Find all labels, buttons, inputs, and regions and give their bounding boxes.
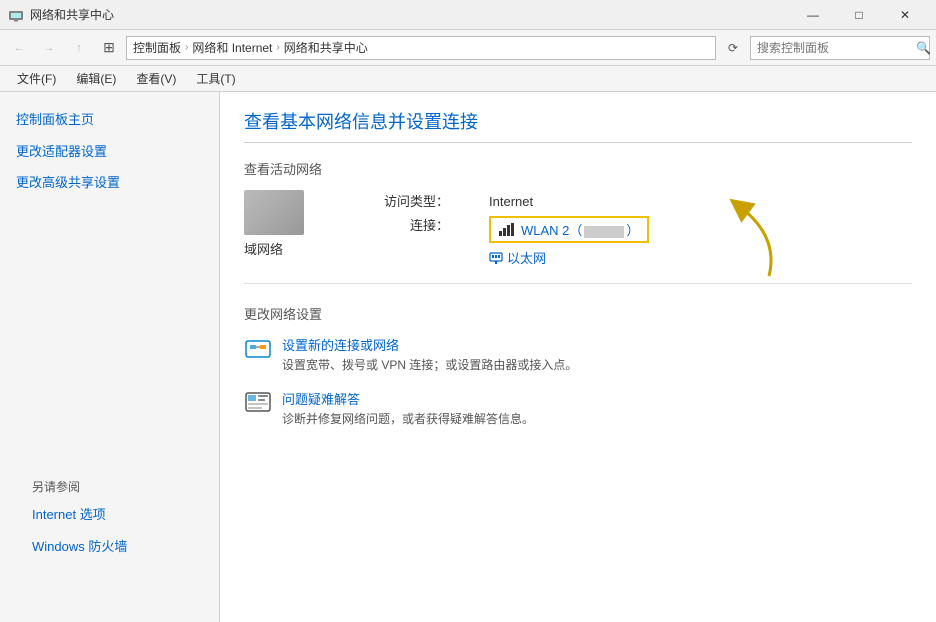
menu-bar: 文件(F) 编辑(E) 查看(V) 工具(T): [0, 66, 936, 92]
path-item-1: 控制面板: [133, 39, 181, 56]
new-connection-desc: 设置宽带、拨号或 VPN 连接；或设置路由器或接入点。: [282, 356, 577, 373]
window-controls: — □ ✕: [790, 0, 928, 30]
ethernet-link[interactable]: 以太网: [489, 248, 649, 267]
path-sep-1: ›: [185, 42, 188, 53]
forward-button[interactable]: →: [36, 35, 62, 61]
network-name-block: 域网络: [244, 190, 364, 258]
minimize-button[interactable]: —: [790, 0, 836, 30]
sidebar-item-internet-options[interactable]: Internet 选项: [16, 499, 204, 531]
path-sep-2: ›: [276, 42, 279, 53]
ethernet-icon: [489, 251, 503, 265]
sidebar-item-adapter[interactable]: 更改适配器设置: [0, 136, 219, 168]
troubleshoot-icon: [244, 389, 272, 417]
search-input[interactable]: [757, 41, 912, 55]
signal-icon: [499, 223, 517, 237]
up-button[interactable]: ↑: [66, 35, 92, 61]
back-button[interactable]: ←: [6, 35, 32, 61]
wlan-link[interactable]: WLAN 2（）: [521, 220, 639, 239]
sidebar-also-label: 另请参阅: [16, 466, 204, 499]
new-connection-link[interactable]: 设置新的连接或网络: [282, 335, 577, 354]
main-area: 控制面板主页 更改适配器设置 更改高级共享设置 另请参阅 Internet 选项…: [0, 92, 936, 622]
content-area: 查看基本网络信息并设置连接 查看活动网络 域网络 访问类型： 连接： Inter…: [220, 92, 936, 622]
settings-text-1: 设置新的连接或网络 设置宽带、拨号或 VPN 连接；或设置路由器或接入点。: [282, 335, 577, 373]
search-icon[interactable]: 🔍: [916, 41, 931, 55]
grid-icon-button[interactable]: ⊞: [96, 35, 122, 61]
address-path[interactable]: 控制面板 › 网络和 Internet › 网络和共享中心: [126, 36, 716, 60]
menu-view[interactable]: 查看(V): [127, 66, 185, 91]
wlan-connection-box: WLAN 2（）: [489, 216, 649, 243]
settings-text-2: 问题疑难解答 诊断并修复网络问题，或者获得疑难解答信息。: [282, 389, 534, 427]
settings-header: 更改网络设置: [244, 304, 912, 323]
yellow-arrow-annotation: [709, 196, 789, 289]
settings-item-1: 设置新的连接或网络 设置宽带、拨号或 VPN 连接；或设置路由器或接入点。: [244, 335, 912, 373]
network-info: 访问类型： 连接： Internet: [384, 190, 912, 267]
path-item-3: 网络和共享中心: [284, 39, 368, 56]
connection-label: 连接：: [384, 214, 449, 238]
settings-item-2: 问题疑难解答 诊断并修复网络问题，或者获得疑难解答信息。: [244, 389, 912, 427]
title-bar-left: 网络和共享中心: [8, 6, 114, 23]
menu-file[interactable]: 文件(F): [8, 66, 65, 91]
window-title: 网络和共享中心: [30, 6, 114, 23]
troubleshoot-desc: 诊断并修复网络问题，或者获得疑难解答信息。: [282, 410, 534, 427]
access-type-label: 访问类型：: [384, 190, 449, 214]
address-bar: ← → ↑ ⊞ 控制面板 › 网络和 Internet › 网络和共享中心 ⟳ …: [0, 30, 936, 66]
info-labels: 访问类型： 连接：: [384, 190, 449, 238]
refresh-button[interactable]: ⟳: [720, 35, 746, 61]
active-network-header: 查看活动网络: [244, 159, 912, 178]
annotation-arrow: [709, 196, 789, 286]
new-connection-icon: [244, 335, 272, 363]
title-bar: 网络和共享中心 — □ ✕: [0, 0, 936, 30]
network-label: 域网络: [244, 239, 364, 258]
close-button[interactable]: ✕: [882, 0, 928, 30]
sidebar: 控制面板主页 更改适配器设置 更改高级共享设置 另请参阅 Internet 选项…: [0, 92, 220, 622]
network-icon: [244, 190, 304, 235]
maximize-button[interactable]: □: [836, 0, 882, 30]
sidebar-item-home[interactable]: 控制面板主页: [0, 104, 219, 136]
settings-section: 更改网络设置 设置新的连接或网络 设置宽带、拨号或 VPN 连接；或设置路由器或…: [244, 304, 912, 427]
app-icon: [8, 7, 24, 23]
search-box: 🔍: [750, 36, 930, 60]
info-values: Internet WLAN 2（）: [489, 190, 649, 267]
ethernet-label: 以太网: [507, 248, 546, 267]
access-type-value: Internet: [489, 190, 649, 214]
troubleshoot-link[interactable]: 问题疑难解答: [282, 389, 534, 408]
page-title: 查看基本网络信息并设置连接: [244, 108, 912, 143]
active-network-section: 域网络 访问类型： 连接： Internet: [244, 190, 912, 284]
path-item-2: 网络和 Internet: [192, 39, 272, 56]
menu-edit[interactable]: 编辑(E): [67, 66, 125, 91]
sidebar-item-firewall[interactable]: Windows 防火墙: [16, 531, 204, 563]
menu-tools[interactable]: 工具(T): [187, 66, 244, 91]
sidebar-item-sharing[interactable]: 更改高级共享设置: [0, 167, 219, 199]
